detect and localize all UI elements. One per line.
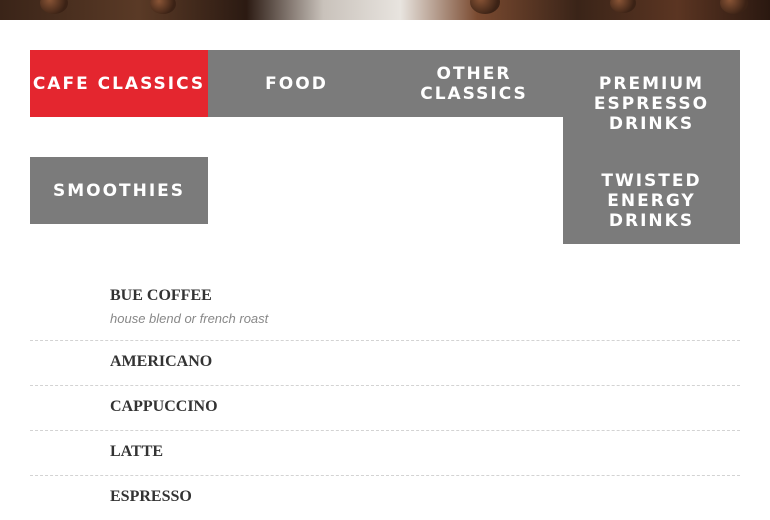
list-item: LATTE [30,431,740,476]
item-name: ESPRESSO [110,488,192,505]
tab-label: PREMIUM ESPRESSO DRINKS [593,73,710,134]
item-description: house blend or french roast [110,311,269,326]
hero-banner-image [0,0,770,20]
item-name: LATTE [110,443,164,460]
tab-label: OTHER CLASSICS [420,63,528,104]
coffee-bean-decoration [470,0,500,14]
tab-label: CAFE CLASSICS [32,73,206,94]
list-item: ESPRESSO [30,476,740,520]
tab-label: FOOD [265,73,328,94]
tab-food[interactable]: FOOD [208,50,385,117]
menu-item-list: BUE COFFEE house blend or french roast A… [30,275,740,520]
tab-smoothies[interactable]: SMOOTHIES [30,157,208,224]
tab-twisted-energy-drinks[interactable]: TWISTED ENERGY DRINKS [563,157,740,244]
tab-label: TWISTED ENERGY DRINKS [601,170,702,231]
tab-other-classics[interactable]: OTHER CLASSICS [385,50,563,117]
coffee-bean-decoration [610,0,636,13]
tab-premium-espresso-drinks[interactable]: PREMIUM ESPRESSO DRINKS [563,50,740,157]
list-item: AMERICANO [30,341,740,386]
list-item: BUE COFFEE house blend or french roast [30,275,740,341]
coffee-bean-decoration [720,0,748,14]
list-item: CAPPUCCINO [30,386,740,431]
coffee-bean-decoration [40,0,68,14]
coffee-bean-decoration [150,0,176,14]
tab-cafe-classics[interactable]: CAFE CLASSICS [30,50,208,117]
item-name: CAPPUCCINO [110,398,218,415]
item-name: BUE COFFEE [110,287,212,304]
tab-label: SMOOTHIES [52,180,186,201]
item-name: AMERICANO [110,353,213,370]
